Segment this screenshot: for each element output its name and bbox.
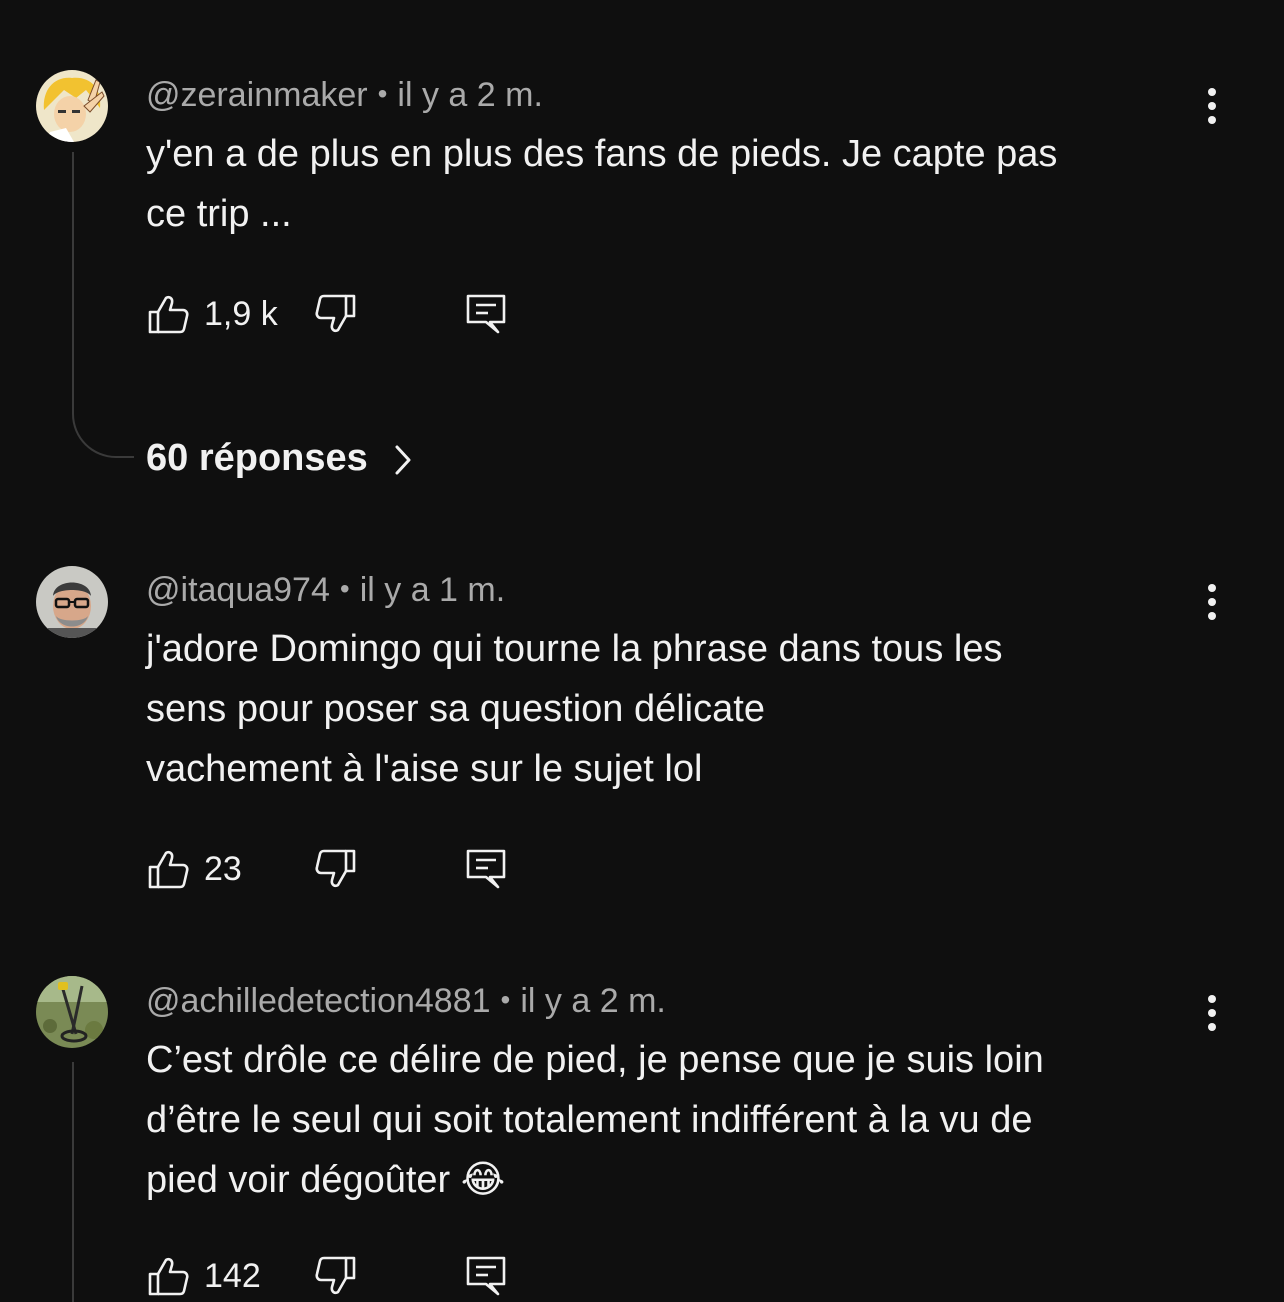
comment-reply-icon[interactable] [464, 1254, 508, 1298]
comment-line: y'en a de plus en plus des fans de pieds… [146, 133, 1058, 175]
comment-line: pied voir dégoûter 😂 [146, 1159, 506, 1201]
timestamp: il y a 1 m. [359, 571, 506, 609]
separator-dot: • [377, 78, 388, 109]
replies-label: 60 réponses [146, 437, 368, 479]
author-name[interactable]: @achilledetection4881 [146, 982, 491, 1020]
thumbs-up-icon[interactable] [146, 292, 190, 336]
more-options-button[interactable] [1192, 84, 1232, 128]
comment-meta: @achilledetection4881 • il y a 2 m. [146, 980, 666, 1021]
author-name[interactable]: @itaqua974 [146, 571, 330, 609]
more-options-button[interactable] [1192, 580, 1232, 624]
avatar-image [36, 70, 108, 142]
comment-text: y'en a de plus en plus des fans de pieds… [146, 124, 1206, 244]
comment-reply-icon[interactable] [464, 292, 508, 336]
avatar[interactable] [36, 70, 108, 142]
comment-line: C’est drôle ce délire de pied, je pense … [146, 1039, 1044, 1081]
thread-connector [72, 1062, 134, 1302]
chevron-right-icon [395, 445, 411, 475]
separator-dot: • [500, 984, 511, 1015]
timestamp: il y a 2 m. [520, 982, 666, 1020]
comment-line: ce trip ... [146, 193, 292, 235]
view-replies-button[interactable]: 60 réponses [146, 436, 414, 480]
separator-dot: • [339, 573, 350, 604]
more-vertical-icon [1208, 584, 1216, 592]
like-count: 1,9 k [204, 295, 278, 333]
more-vertical-icon [1208, 995, 1216, 1003]
avatar-image [36, 566, 108, 638]
avatar-image [36, 976, 108, 1048]
thumbs-down-icon[interactable] [314, 1254, 358, 1298]
comment-meta: @itaqua974 • il y a 1 m. [146, 569, 505, 610]
avatar[interactable] [36, 566, 108, 638]
thumbs-down-icon[interactable] [314, 847, 358, 891]
comment-actions: 142 [146, 1254, 546, 1302]
comment-line: j'adore Domingo qui tourne la phrase dan… [146, 628, 1003, 670]
comment-line: d’être le seul qui soit totalement indif… [146, 1099, 1033, 1141]
more-options-button[interactable] [1192, 991, 1232, 1035]
thread-connector [72, 152, 134, 458]
thumbs-up-icon[interactable] [146, 847, 190, 891]
comment-actions: 1,9 k [146, 292, 546, 340]
more-vertical-icon [1208, 88, 1216, 96]
like-count: 142 [204, 1257, 261, 1295]
comment-line: sens pour poser sa question délicate [146, 688, 765, 730]
like-count: 23 [204, 850, 242, 888]
comment-line: vachement à l'aise sur le sujet lol [146, 748, 703, 790]
comment-reply-icon[interactable] [464, 847, 508, 891]
comment-text: C’est drôle ce délire de pied, je pense … [146, 1030, 1206, 1210]
comment-text: j'adore Domingo qui tourne la phrase dan… [146, 619, 1206, 799]
timestamp: il y a 2 m. [397, 76, 543, 114]
comment-meta: @zerainmaker • il y a 2 m. [146, 74, 543, 115]
thumbs-up-icon[interactable] [146, 1254, 190, 1298]
avatar[interactable] [36, 976, 108, 1048]
thumbs-down-icon[interactable] [314, 292, 358, 336]
author-name[interactable]: @zerainmaker [146, 76, 368, 114]
comment-actions: 23 [146, 847, 546, 895]
